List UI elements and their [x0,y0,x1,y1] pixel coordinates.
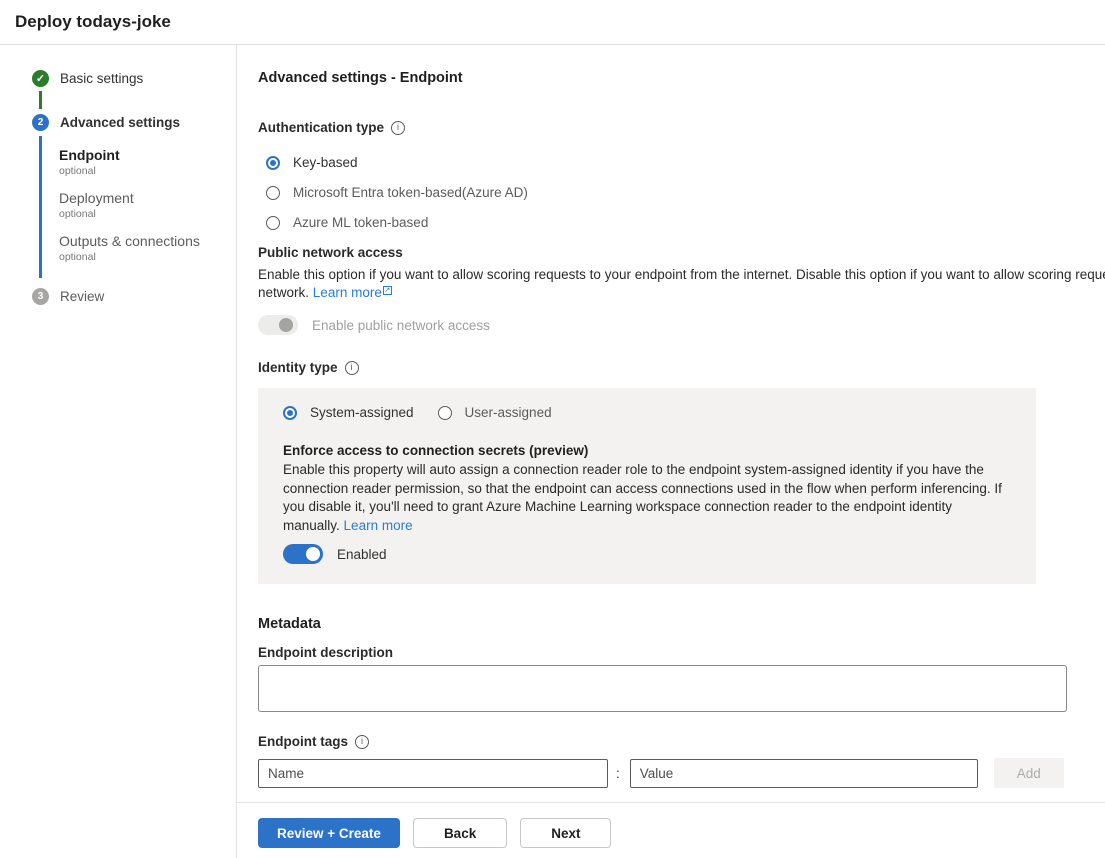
toggle-knob [279,318,293,332]
radio-unselected-icon [266,216,280,230]
description-text: network. [258,285,309,300]
tag-separator: : [616,766,620,781]
radio-label: User-assigned [465,405,552,420]
wizard-steps-sidebar: ✓ Basic settings 2 Advanced settings End… [0,45,237,858]
radio-label: Key-based [293,155,358,170]
radio-unselected-icon [266,186,280,200]
info-icon[interactable]: i [355,735,369,749]
step-label: Basic settings [60,71,143,86]
tag-name-input[interactable] [258,759,608,788]
label-text: Authentication type [258,120,384,135]
substep-note: optional [59,251,200,263]
check-icon: ✓ [32,70,49,87]
radio-selected-icon [266,156,280,170]
public-network-description-line2: network. Learn more↗ [258,284,1105,302]
enforce-secrets-toggle-label: Enabled [337,547,387,562]
step-number-icon: 2 [32,114,49,131]
label-text: Endpoint tags [258,734,348,749]
substep-deployment[interactable]: Deployment optional [59,190,200,220]
toggle-knob [306,547,320,561]
step-connector-complete [39,91,42,109]
section-heading: Advanced settings - Endpoint [258,70,1105,86]
radio-unselected-icon [438,406,452,420]
learn-more-link[interactable]: Learn more [313,285,382,300]
enforce-secrets-toggle[interactable] [283,544,323,564]
step-basic-settings[interactable]: ✓ Basic settings [0,70,236,87]
external-link-icon: ↗ [383,286,392,295]
info-icon[interactable]: i [345,361,359,375]
page-title: Deploy todays-joke [15,12,171,32]
enforce-secrets-description: Enable this property will auto assign a … [283,461,1005,535]
endpoint-description-label: Endpoint description [258,645,1105,660]
endpoint-tags-label: Endpoint tags i [258,734,1105,749]
radio-key-based[interactable]: Key-based [266,155,1105,170]
review-create-button[interactable]: Review + Create [258,818,400,848]
radio-selected-icon [283,406,297,420]
step-number-icon: 3 [32,288,49,305]
substep-label: Deployment [59,190,200,206]
substep-outputs-connections[interactable]: Outputs & connections optional [59,233,200,263]
info-icon[interactable]: i [391,121,405,135]
back-button[interactable]: Back [413,818,507,848]
public-network-description-line1: Enable this option if you want to allow … [258,266,1105,284]
step-advanced-settings[interactable]: 2 Advanced settings [0,114,236,131]
learn-more-link[interactable]: Learn more [344,518,413,533]
endpoint-description-input[interactable] [258,665,1067,712]
add-tag-button: Add [994,758,1064,788]
step-label: Advanced settings [60,115,180,130]
label-text: Public network access [258,245,403,260]
authentication-type-radio-group: Key-based Microsoft Entra token-based(Az… [266,155,1105,230]
label-text: Endpoint description [258,645,393,660]
public-network-access-label: Public network access [258,245,1105,260]
identity-type-label: Identity type i [258,360,1105,375]
enforce-secrets-title: Enforce access to connection secrets (pr… [283,443,1016,458]
substep-label: Endpoint [59,147,200,163]
radio-label: Azure ML token-based [293,215,428,230]
identity-panel: System-assigned User-assigned Enforce ac… [258,388,1036,584]
substep-endpoint[interactable]: Endpoint optional [59,147,200,177]
radio-azureml-token-based[interactable]: Azure ML token-based [266,215,1105,230]
page-header: Deploy todays-joke [0,0,1105,45]
radio-label: System-assigned [310,405,414,420]
public-network-toggle [258,315,298,335]
radio-label: Microsoft Entra token-based(Azure AD) [293,185,528,200]
substep-note: optional [59,208,200,220]
substep-label: Outputs & connections [59,233,200,249]
identity-radio-group: System-assigned User-assigned [283,405,1016,420]
public-network-toggle-label: Enable public network access [312,318,490,333]
metadata-heading: Metadata [258,616,1105,632]
label-text: Identity type [258,360,338,375]
step-review[interactable]: 3 Review [0,288,236,305]
substep-note: optional [59,165,200,177]
tag-value-input[interactable] [630,759,978,788]
step-connector-active [39,136,42,278]
endpoint-tags-row: : Add [258,758,1105,788]
authentication-type-label: Authentication type i [258,120,1105,135]
wizard-footer: Review + Create Back Next [237,802,1105,858]
step-label: Review [60,289,104,304]
radio-entra-token-based[interactable]: Microsoft Entra token-based(Azure AD) [266,185,1105,200]
radio-user-assigned[interactable]: User-assigned [438,405,552,420]
radio-system-assigned[interactable]: System-assigned [283,405,414,420]
next-button[interactable]: Next [520,818,611,848]
